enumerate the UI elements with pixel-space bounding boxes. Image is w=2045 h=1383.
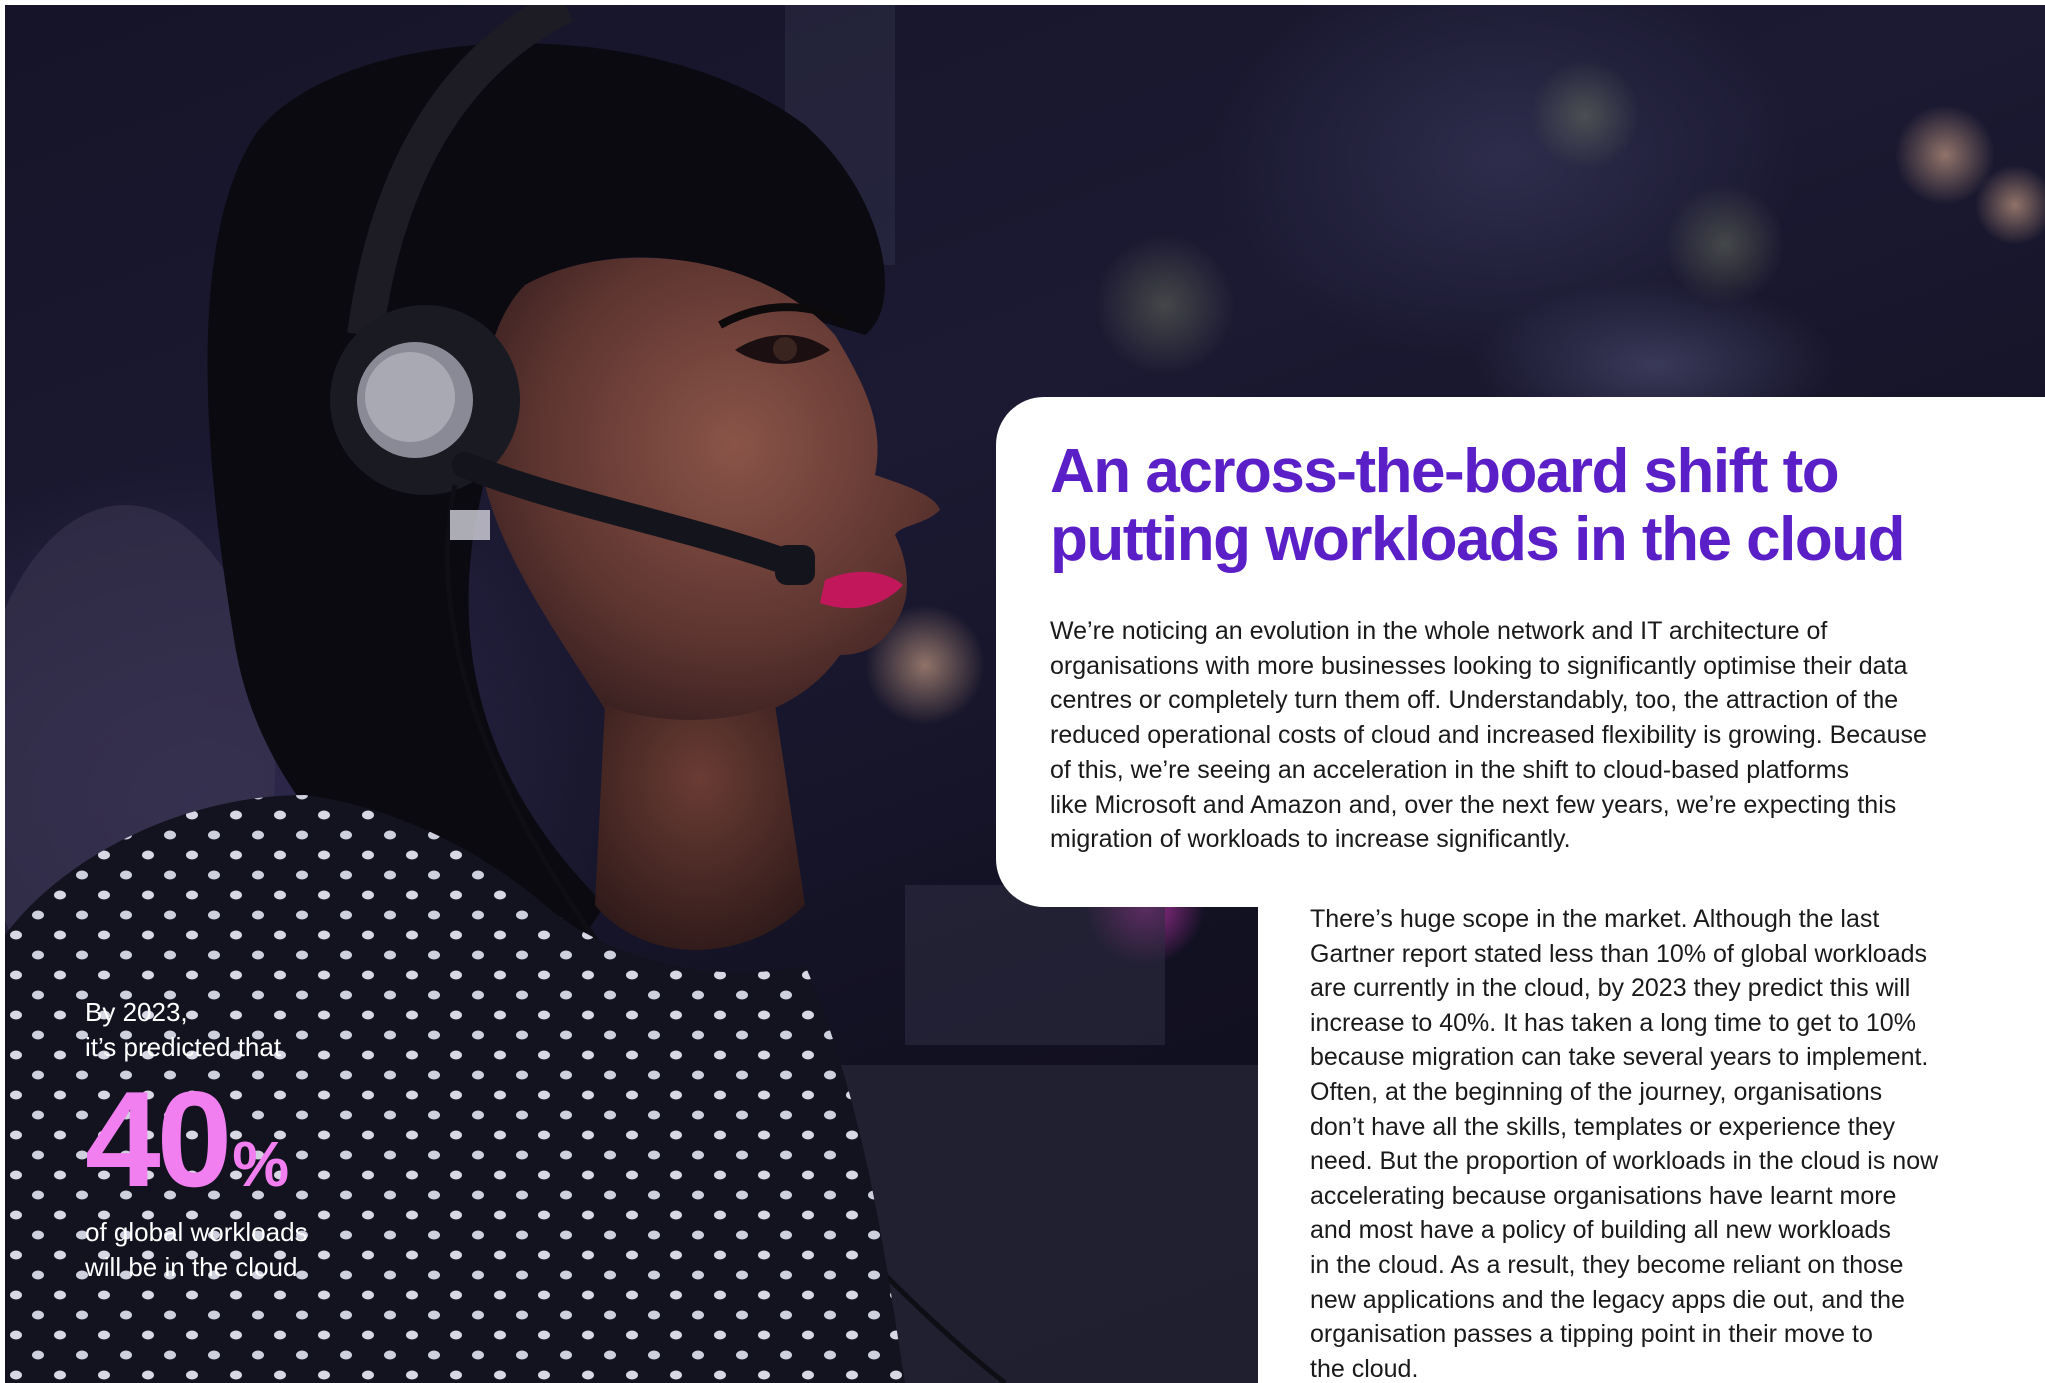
stat-intro-line: By 2023, <box>85 997 188 1027</box>
stat-unit: % <box>232 1128 290 1200</box>
body-line: Gartner report stated less than 10% of g… <box>1310 939 1928 968</box>
article-lead-paragraph: We’re noticing an evolution in the whole… <box>1050 614 2030 857</box>
body-line: need. But the proportion of workloads in… <box>1310 1147 1939 1176</box>
stat-intro-line: it’s predicted that <box>85 1032 282 1062</box>
body-line: are currently in the cloud, by 2023 they… <box>1310 974 1911 1003</box>
stat-callout: By 2023, it’s predicted that 40 % of glo… <box>85 995 405 1285</box>
body-line: There’s huge scope in the market. Althou… <box>1310 905 1880 933</box>
body-line: because migration can take several years… <box>1310 1043 1929 1072</box>
stat-figure: 40 % <box>85 1069 405 1209</box>
stat-outro-line: of global workloads <box>85 1217 308 1247</box>
lead-line: migration of workloads to increase signi… <box>1050 825 1571 854</box>
article-headline: An across-the-board shift to putting wor… <box>1050 438 2000 574</box>
body-line: the cloud. <box>1310 1354 1419 1383</box>
body-line: organisation passes a tipping point in t… <box>1310 1320 1873 1349</box>
headline-line: putting workloads in the cloud <box>1050 505 1905 574</box>
body-line: new applications and the legacy apps die… <box>1310 1285 1905 1314</box>
lead-line: reduced operational costs of cloud and i… <box>1050 721 1927 750</box>
stat-outro-line: will be in the cloud <box>85 1252 298 1282</box>
body-line: accelerating because organisations have … <box>1310 1181 1897 1210</box>
stat-number: 40 <box>85 1063 232 1215</box>
body-line: increase to 40%. It has taken a long tim… <box>1310 1008 1916 1037</box>
stat-outro: of global workloads will be in the cloud <box>85 1215 405 1285</box>
body-line: Often, at the beginning of the journey, … <box>1310 1077 1883 1106</box>
brochure-page: By 2023, it’s predicted that 40 % of glo… <box>0 0 2045 1383</box>
stat-intro: By 2023, it’s predicted that <box>85 995 405 1065</box>
article-body-paragraph: There’s huge scope in the market. Althou… <box>1310 902 2030 1383</box>
body-line: don’t have all the skills, templates or … <box>1310 1112 1896 1141</box>
lead-line: like Microsoft and Amazon and, over the … <box>1050 790 1897 819</box>
body-line: in the cloud. As a result, they become r… <box>1310 1250 1904 1279</box>
body-line: and most have a policy of building all n… <box>1310 1216 1891 1245</box>
headline-line: An across-the-board shift to <box>1050 437 1840 506</box>
lead-line: of this, we’re seeing an acceleration in… <box>1050 755 1850 784</box>
lead-line: organisations with more businesses looki… <box>1050 651 1908 680</box>
lead-line: centres or completely turn them off. Und… <box>1050 686 1899 715</box>
lead-line: We’re noticing an evolution in the whole… <box>1050 617 1828 645</box>
